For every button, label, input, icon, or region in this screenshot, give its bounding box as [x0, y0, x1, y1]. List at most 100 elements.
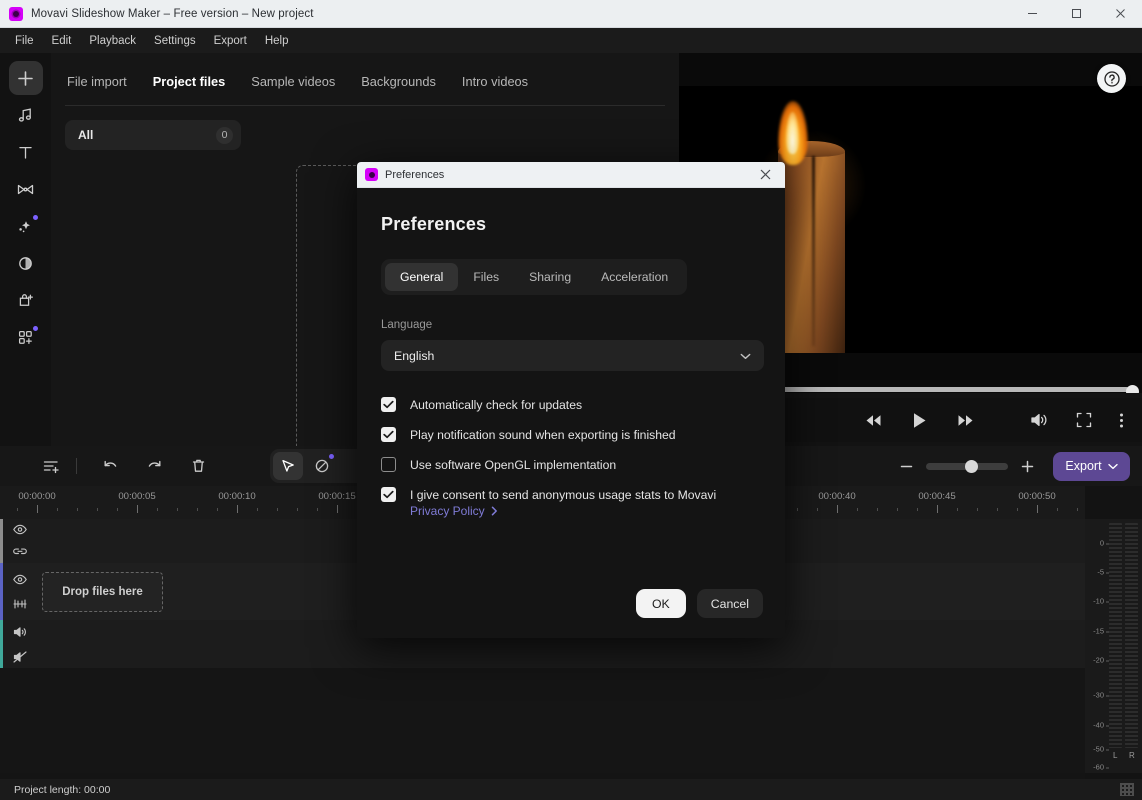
menu-edit[interactable]: Edit [43, 31, 81, 51]
checkbox-auto-updates[interactable] [381, 397, 396, 412]
add-media-button[interactable] [8, 61, 43, 95]
tool-sidebar [0, 53, 51, 446]
music-note-icon [18, 107, 31, 122]
more-tools-button[interactable] [9, 320, 43, 354]
tab-general[interactable]: General [385, 263, 459, 291]
media-tabs: File import Project files Sample videos … [51, 61, 679, 101]
color-adjust-button[interactable] [9, 246, 43, 280]
volume-button[interactable] [1030, 412, 1049, 428]
ruler-tick-minor [997, 508, 998, 511]
track-lane[interactable] [36, 668, 1085, 773]
ruler-tick-minor [257, 508, 258, 511]
zoom-slider[interactable] [926, 459, 1008, 473]
checkbox-row-auto-updates[interactable]: Automatically check for updates [381, 397, 761, 412]
ruler-tick-minor [817, 508, 818, 511]
checkbox-row-software-opengl[interactable]: Use software OpenGL implementation [381, 457, 761, 472]
filters-button[interactable] [9, 209, 43, 243]
ruler-tick-major [937, 505, 938, 513]
menu-file[interactable]: File [6, 31, 43, 51]
meter-label: -50 [1093, 744, 1109, 754]
export-button[interactable]: Export [1053, 451, 1130, 481]
question-mark-icon [1103, 70, 1120, 87]
dialog-close-button[interactable] [745, 162, 785, 188]
player-transport-controls [865, 412, 974, 429]
speaker-icon [13, 626, 26, 637]
track-empty-area[interactable] [0, 668, 1085, 773]
maximize-icon [1071, 9, 1081, 18]
add-track-button[interactable] [36, 452, 66, 480]
menu-export[interactable]: Export [205, 31, 256, 51]
tab-files[interactable]: Files [458, 263, 514, 291]
audio-meter-bar-left [1109, 523, 1122, 748]
ruler-label: 00:00:50 [1018, 491, 1056, 502]
maximize-button[interactable] [1054, 0, 1098, 28]
ruler-tick-major [1037, 505, 1038, 513]
pie-contrast-icon [19, 256, 32, 270]
privacy-policy-link[interactable]: Privacy Policy [410, 504, 761, 518]
tab-project-files[interactable]: Project files [151, 70, 228, 93]
stickers-button[interactable] [9, 283, 43, 317]
fullscreen-icon [1076, 412, 1092, 428]
redo-button[interactable] [139, 452, 169, 480]
audio-meter-bar-right [1125, 523, 1138, 748]
ruler-tick-minor [1017, 508, 1018, 511]
meter-label: -30 [1093, 690, 1109, 700]
tab-sample-videos[interactable]: Sample videos [249, 70, 337, 93]
export-button-label: Export [1065, 459, 1102, 473]
ruler-tick-minor [957, 508, 958, 511]
checkbox-notification-sound[interactable] [381, 427, 396, 442]
checkbox-label: Automatically check for updates [410, 397, 583, 412]
language-select[interactable]: English [381, 340, 764, 371]
ruler-tick-minor [297, 508, 298, 511]
minimize-button[interactable] [1010, 0, 1054, 28]
transitions-button[interactable] [9, 172, 43, 206]
checkbox-row-notification-sound[interactable]: Play notification sound when exporting i… [381, 427, 761, 442]
checkbox-usage-stats[interactable] [381, 487, 396, 502]
ruler-tick-major [337, 505, 338, 513]
play-button[interactable] [912, 412, 927, 429]
kebab-menu-icon [1120, 413, 1123, 427]
tab-file-import[interactable]: File import [65, 70, 129, 93]
ok-button[interactable]: OK [635, 589, 686, 618]
meter-label: -60 [1093, 762, 1109, 772]
tab-acceleration[interactable]: Acceleration [586, 263, 683, 291]
meter-label: -10 [1093, 596, 1109, 606]
magic-tool-button[interactable] [307, 452, 337, 480]
tab-backgrounds[interactable]: Backgrounds [359, 70, 438, 93]
audio-button[interactable] [9, 98, 43, 132]
checkbox-label: Play notification sound when exporting i… [410, 427, 676, 442]
audio-meter: 0 -5 -10 -15 -20 -30 -40 -50 -60 L R [1085, 519, 1142, 773]
checkbox-label: Use software OpenGL implementation [410, 457, 617, 472]
ruler-label: 00:00:40 [818, 491, 856, 502]
trash-icon [192, 459, 204, 472]
tab-sharing[interactable]: Sharing [514, 263, 586, 291]
ruler-tick-minor [97, 508, 98, 511]
rewind-button[interactable] [865, 414, 882, 427]
menu-help[interactable]: Help [256, 31, 298, 51]
undo-button[interactable] [95, 452, 125, 480]
zoom-slider-knob[interactable] [964, 459, 978, 473]
help-button[interactable] [1097, 64, 1126, 93]
fullscreen-button[interactable] [1076, 412, 1092, 428]
preview-scrollbar-knob[interactable] [1126, 385, 1139, 393]
grid-view-icon[interactable] [1120, 783, 1134, 796]
meter-channel-left: L [1113, 751, 1118, 760]
select-tool-button[interactable] [273, 452, 303, 480]
ruler-label: 00:00:10 [218, 491, 256, 502]
delete-button[interactable] [183, 452, 213, 480]
close-button[interactable] [1098, 0, 1142, 28]
audio-meter-scale: 0 -5 -10 -15 -20 -30 -40 -50 -60 [1085, 519, 1110, 773]
titles-button[interactable] [9, 135, 43, 169]
fast-forward-button[interactable] [957, 414, 974, 427]
checkbox-software-opengl[interactable] [381, 457, 396, 472]
checkbox-row-usage-stats[interactable]: I give consent to send anonymous usage s… [381, 487, 761, 502]
menu-playback[interactable]: Playback [80, 31, 145, 51]
cancel-button[interactable]: Cancel [696, 589, 763, 618]
drop-files-zone[interactable]: Drop files here [42, 572, 163, 612]
track-header [3, 620, 36, 668]
filter-chip-all[interactable]: All 0 [65, 120, 241, 150]
more-options-button[interactable] [1119, 412, 1124, 429]
menu-settings[interactable]: Settings [145, 31, 205, 51]
ruler-tick-minor [197, 508, 198, 511]
tab-intro-videos[interactable]: Intro videos [460, 70, 530, 93]
